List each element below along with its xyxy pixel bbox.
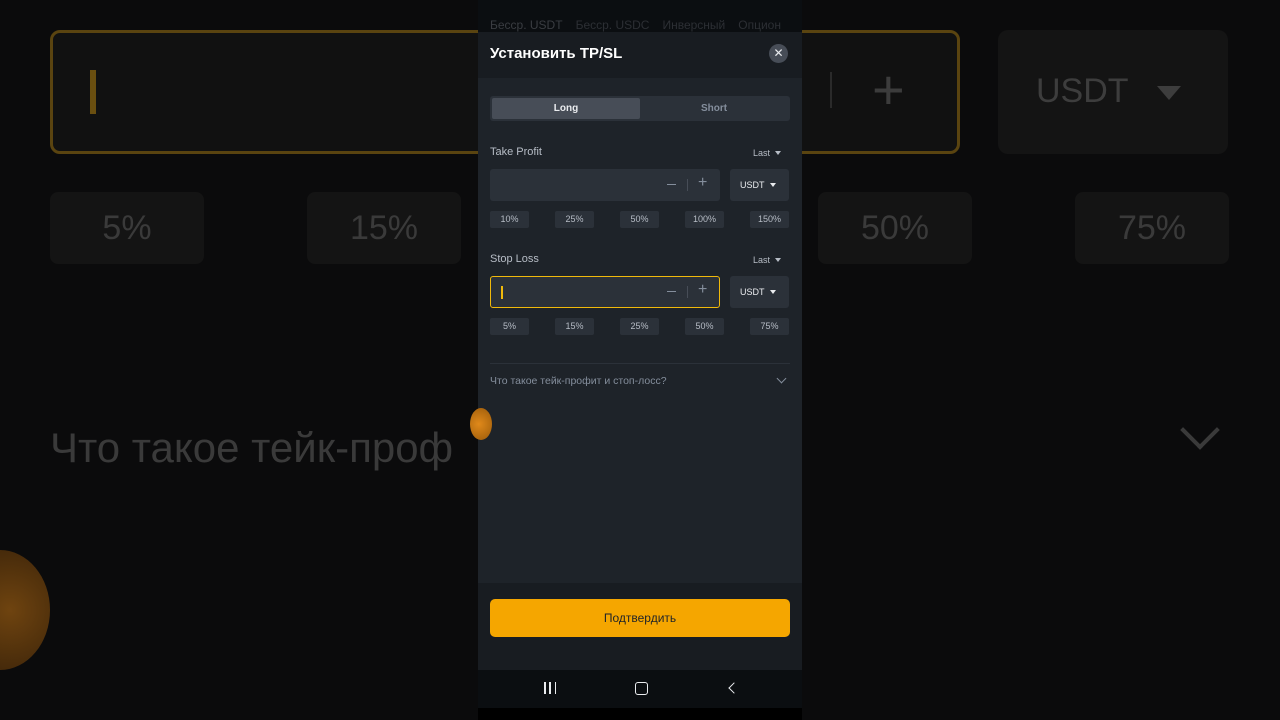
stop-loss-percent-row: 5% 15% 25% 50% 75% <box>490 318 790 335</box>
confirm-button[interactable]: Подтвердить <box>490 599 790 637</box>
bg-chevron-down-icon <box>1180 410 1220 450</box>
take-profit-trigger-select[interactable]: Last <box>753 148 782 158</box>
modal-header: Установить TP/SL ✕ <box>478 32 802 78</box>
tab-perp-usdc: Бесср. USDC <box>575 18 650 32</box>
trigger-label: Last <box>753 148 771 158</box>
tab-options: Опцион <box>738 18 781 32</box>
percent-chip[interactable]: 15% <box>555 318 594 335</box>
close-icon[interactable]: ✕ <box>769 44 788 63</box>
percent-chip[interactable]: 5% <box>490 318 529 335</box>
android-nav-bar <box>478 670 802 708</box>
bg-caret <box>90 70 96 114</box>
currency-label: USDT <box>740 180 765 190</box>
home-icon[interactable] <box>635 682 648 695</box>
take-profit-field: + <box>490 169 720 201</box>
bg-percent-chip: 75% <box>1075 192 1229 264</box>
bg-percent-chip: 50% <box>818 192 972 264</box>
bg-percent-chip: 15% <box>307 192 461 264</box>
bg-currency-label: USDT <box>1036 72 1129 110</box>
trigger-label: Last <box>753 255 771 265</box>
divider <box>687 286 688 298</box>
percent-chip[interactable]: 50% <box>620 211 659 228</box>
behind-tabs: Бесср. USDT Бесср. USDC Инверсный Опцион <box>490 18 781 32</box>
percent-chip[interactable]: 150% <box>750 211 789 228</box>
stop-loss-currency-select[interactable]: USDT <box>730 276 789 308</box>
bg-faq-text: Что такое тейк-проф <box>50 424 454 471</box>
tab-short[interactable]: Short <box>640 98 788 119</box>
divider <box>490 363 790 364</box>
tab-long[interactable]: Long <box>492 98 640 119</box>
chevron-down-icon[interactable] <box>776 373 787 384</box>
divider <box>687 179 688 191</box>
stop-loss-label: Stop Loss <box>490 253 539 265</box>
currency-label: USDT <box>740 287 765 297</box>
caret-down-icon <box>775 151 782 155</box>
stop-loss-trigger-select[interactable]: Last <box>753 255 782 265</box>
stop-loss-field: + <box>490 276 720 308</box>
screen-bottom-edge <box>478 708 802 720</box>
bg-plus-icon: + <box>872 58 905 121</box>
tpsl-modal: Установить TP/SL ✕ Long Short Take Profi… <box>478 32 802 670</box>
back-icon[interactable] <box>728 682 740 694</box>
percent-chip[interactable]: 10% <box>490 211 529 228</box>
take-profit-percent-row: 10% 25% 50% 100% 150% <box>490 211 790 228</box>
minus-icon[interactable] <box>667 291 676 292</box>
bg-drag-handle <box>0 550 50 670</box>
caret-down-icon <box>775 258 782 262</box>
take-profit-input[interactable] <box>500 177 650 193</box>
take-profit-label: Take Profit <box>490 146 542 158</box>
percent-chip[interactable]: 100% <box>685 211 724 228</box>
stop-loss-input[interactable] <box>501 285 651 301</box>
caret-down-icon <box>770 183 776 187</box>
take-profit-currency-select[interactable]: USDT <box>730 169 789 201</box>
plus-icon[interactable]: + <box>698 282 707 298</box>
bg-percent-chip: 5% <box>50 192 204 264</box>
percent-chip[interactable]: 50% <box>685 318 724 335</box>
plus-icon[interactable]: + <box>698 175 707 191</box>
text-caret <box>501 286 503 299</box>
bg-caret-down-icon <box>1157 86 1181 100</box>
percent-chip[interactable]: 75% <box>750 318 789 335</box>
caret-down-icon <box>770 290 776 294</box>
side-toggle: Long Short <box>490 96 790 121</box>
minus-icon[interactable] <box>667 184 676 185</box>
recents-icon[interactable] <box>544 682 556 694</box>
modal-footer: Подтвердить <box>478 583 802 670</box>
percent-chip[interactable]: 25% <box>620 318 659 335</box>
modal-title: Установить TP/SL <box>490 45 623 62</box>
faq-toggle[interactable]: Что такое тейк-профит и стоп-лосс? <box>490 375 667 387</box>
tab-inverse: Инверсный <box>662 18 726 32</box>
drag-handle[interactable] <box>470 408 492 440</box>
percent-chip[interactable]: 25% <box>555 211 594 228</box>
bg-divider <box>830 72 832 108</box>
phone-screen: Бесср. USDT Бесср. USDC Инверсный Опцион… <box>478 0 802 720</box>
tab-perp-usdt: Бесср. USDT <box>490 18 563 32</box>
